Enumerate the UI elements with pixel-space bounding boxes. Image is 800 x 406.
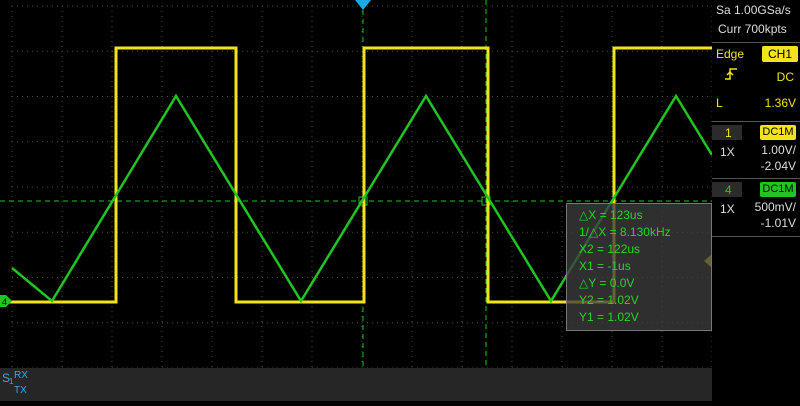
waveform-display[interactable]: 4 △X = 123us 1/△X = 8.130kHz X2 = 122us …	[0, 0, 714, 401]
divider	[712, 121, 800, 122]
channel-4-settings[interactable]: 4 DC1M 1X 500mV/ -1.01V	[712, 180, 800, 235]
divider	[712, 236, 800, 237]
channel-1-coupling-badge: DC1M	[760, 125, 796, 140]
status-sidebar: Sa 1.00GSa/s Curr 700kpts Edge CH1 DC L …	[712, 0, 800, 401]
sample-rate-readout: Sa 1.00GSa/s	[716, 3, 791, 17]
serial-rx-label: RX	[14, 370, 28, 381]
y1-readout: Y1 = 1.02V	[579, 310, 639, 324]
serial-bus-number: 1	[9, 377, 14, 386]
cursor-measurement-panel: △X = 123us 1/△X = 8.130kHz X2 = 122us X1…	[566, 203, 712, 331]
trigger-coupling: DC	[776, 70, 794, 84]
trigger-mode: Edge	[716, 47, 745, 61]
waveform-canvas[interactable]: 4	[0, 0, 714, 401]
trigger-level-label: L	[716, 96, 723, 110]
channel-1-number: 1	[725, 126, 732, 140]
x1-readout: X1 = -1us	[579, 259, 631, 273]
channel-4-number: 4	[725, 183, 732, 197]
delta-x-readout: △X = 123us	[579, 208, 643, 222]
trigger-level-value: 1.36V	[764, 96, 796, 110]
trigger-settings[interactable]: Edge CH1 DC L 1.36V	[712, 43, 800, 119]
serial-tx-label: TX	[14, 385, 27, 396]
memory-depth-readout: Curr 700kpts	[718, 22, 787, 36]
delta-y-readout: △Y = 0.0V	[579, 276, 635, 290]
channel-1-scale: 1.00V/	[761, 143, 796, 157]
x2-readout: X2 = 122us	[579, 242, 641, 256]
channel-1-settings[interactable]: 1 DC1M 1X 1.00V/ -2.04V	[712, 123, 800, 178]
channel-4-offset: -1.01V	[760, 216, 796, 230]
channel-1-offset: -2.04V	[760, 159, 796, 173]
y2-readout: Y2 = 1.02V	[579, 293, 639, 307]
channel-1-probe: 1X	[720, 145, 735, 159]
divider	[712, 178, 800, 179]
ch4-ground-label: 4	[2, 297, 7, 307]
inverse-delta-x-readout: 1/△X = 8.130kHz	[579, 225, 671, 239]
trigger-source-badge: CH1	[762, 46, 798, 62]
serial-decode-strip[interactable]: S 1 RX TX	[0, 368, 712, 401]
channel-4-coupling-badge: DC1M	[760, 182, 796, 197]
rising-edge-icon	[724, 67, 738, 84]
channel-4-probe: 1X	[720, 202, 735, 216]
channel-4-scale: 500mV/	[754, 200, 796, 214]
